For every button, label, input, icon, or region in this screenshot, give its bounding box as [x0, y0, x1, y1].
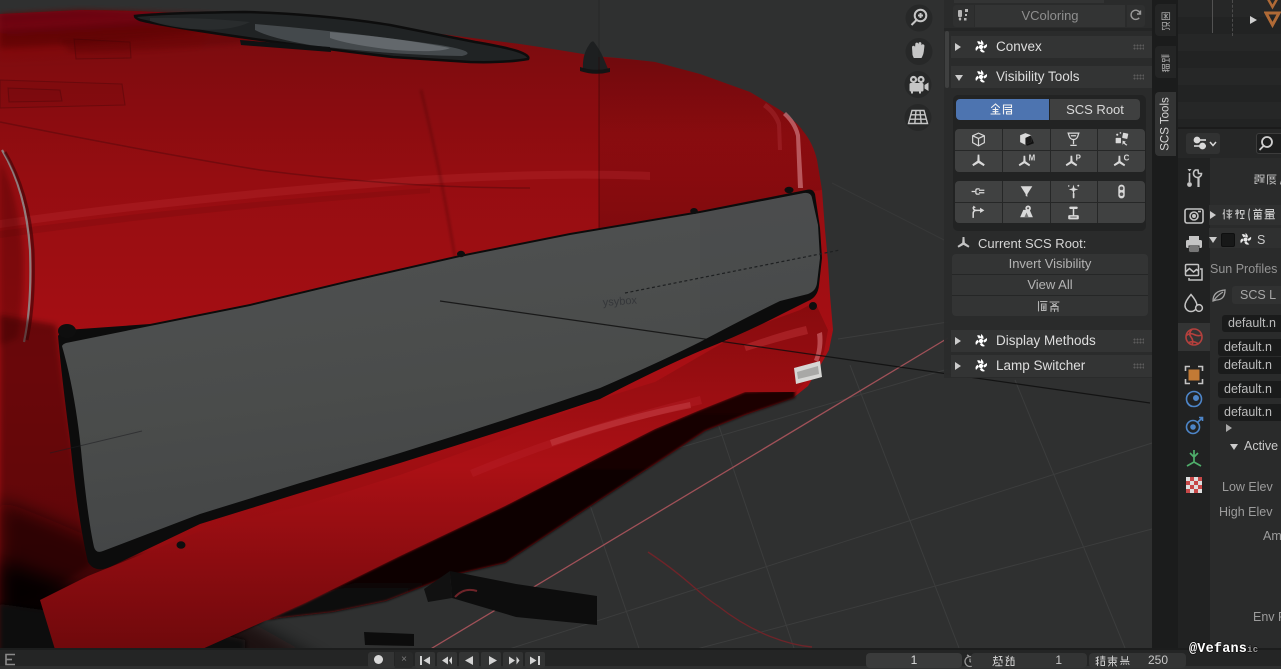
svg-text:P: P: [1076, 153, 1081, 162]
svg-text:ysybox: ysybox: [602, 295, 637, 309]
svg-text:M: M: [1028, 153, 1035, 162]
svg-text:C: C: [1124, 153, 1130, 162]
